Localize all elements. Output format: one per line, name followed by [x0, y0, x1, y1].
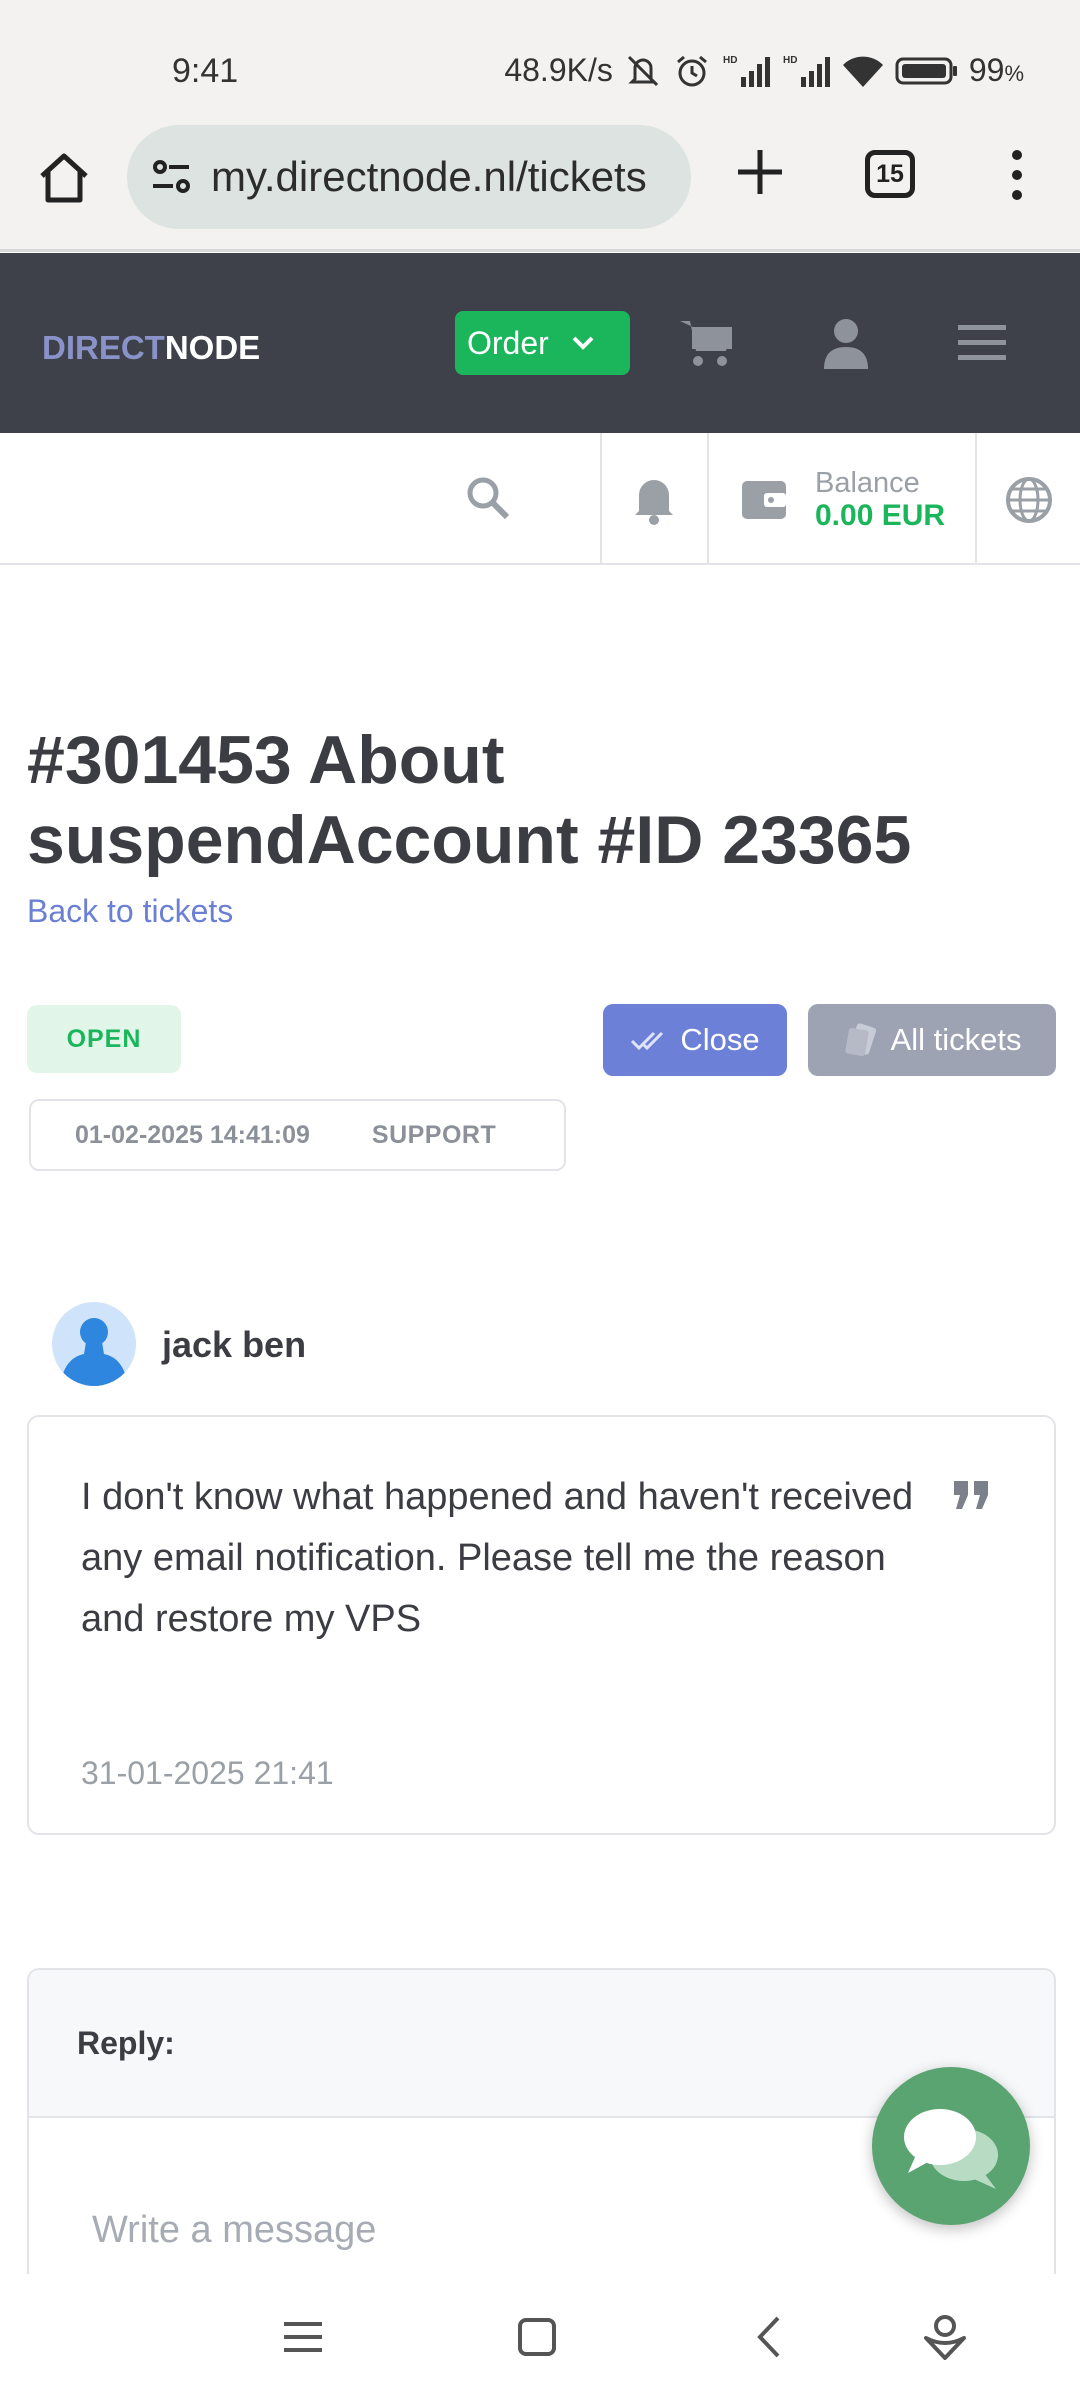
url-text: my.directnode.nl/tickets [211, 153, 647, 200]
status-icons: 48.9K/s HD HD 99% [504, 52, 1024, 89]
wallet-icon[interactable] [740, 477, 788, 523]
quote-icon [954, 1481, 988, 1509]
battery-icon [895, 57, 957, 84]
cart-icon[interactable] [676, 313, 736, 373]
svg-text:HD: HD [783, 55, 797, 66]
recents-menu-icon[interactable] [278, 2312, 328, 2362]
divider [600, 433, 602, 565]
order-button[interactable]: Order [455, 311, 630, 375]
all-tickets-button[interactable]: All tickets [808, 1004, 1056, 1076]
battery-level: 99% [968, 52, 1024, 88]
all-tickets-label: All tickets [890, 1022, 1022, 1057]
address-bar[interactable]: my.directnode.nl/tickets [127, 125, 691, 229]
tabs-icon[interactable]: 15 [865, 150, 915, 198]
balance-value[interactable]: 0.00 EUR [815, 499, 945, 533]
reply-message-input[interactable] [92, 2200, 852, 2260]
hamburger-menu-icon[interactable] [952, 313, 1012, 373]
system-navigation-bar [0, 2274, 1080, 2400]
message-timestamp: 31-01-2025 21:41 [81, 1755, 334, 1791]
svg-text:HD: HD [723, 55, 737, 66]
directnode-logo[interactable]: DIRECTNODE [42, 329, 260, 367]
balance-label: Balance [815, 467, 920, 499]
ticket-date: 01-02-2025 14:41:09 [75, 1120, 310, 1149]
mute-icon [627, 55, 658, 86]
status-badge: OPEN [27, 1005, 181, 1073]
plus-icon[interactable] [732, 144, 788, 200]
message-card: I don't know what happened and haven't r… [27, 1415, 1056, 1835]
divider [707, 433, 709, 565]
double-check-icon [631, 1031, 664, 1051]
status-bar: 9:41 48.9K/s HD HD 99% [0, 0, 1080, 120]
account-toolbar: Balance 0.00 EUR [0, 433, 1080, 565]
live-chat-button[interactable] [872, 2067, 1030, 2225]
status-time: 9:41 [172, 52, 239, 90]
order-label: Order [467, 324, 549, 361]
tab-count: 15 [876, 159, 904, 188]
home-icon[interactable] [34, 148, 94, 208]
ticket-meta: 01-02-2025 14:41:09 SUPPORT [29, 1099, 566, 1171]
hd-signal-icon: HD [783, 55, 830, 87]
bell-icon[interactable] [631, 473, 677, 525]
user-silhouette-icon [60, 1318, 128, 1386]
site-settings-icon[interactable] [147, 152, 197, 202]
avatar [52, 1302, 136, 1386]
user-icon[interactable] [816, 313, 876, 373]
browser-toolbar: my.directnode.nl/tickets 15 [0, 120, 1080, 252]
ticket-department: SUPPORT [371, 1120, 497, 1149]
ticket-title: #301453 About suspendAccount #ID 23365 [27, 722, 912, 878]
back-to-tickets-link[interactable]: Back to tickets [27, 893, 233, 930]
home-square-icon[interactable] [512, 2312, 562, 2362]
message-text: I don't know what happened and haven't r… [81, 1476, 914, 1640]
chevron-down-icon [572, 336, 594, 350]
chat-bubbles-icon [904, 2109, 998, 2189]
message-author: jack ben [162, 1324, 307, 1365]
wifi-icon [842, 56, 883, 87]
reply-label: Reply: [77, 2025, 175, 2061]
site-header: DIRECTNODE Order [0, 253, 1080, 433]
alarm-icon [676, 55, 707, 86]
globe-icon[interactable] [1004, 475, 1054, 525]
tickets-icon [844, 1023, 876, 1057]
assistant-icon[interactable] [920, 2312, 970, 2362]
hd-signal-icon: HD [723, 55, 770, 87]
back-chevron-icon[interactable] [746, 2312, 796, 2362]
close-label: Close [680, 1022, 760, 1057]
search-icon[interactable] [463, 473, 513, 523]
more-vertical-icon[interactable] [1000, 145, 1034, 205]
close-ticket-button[interactable]: Close [603, 1004, 787, 1076]
divider [975, 433, 977, 565]
network-speed: 48.9K/s [504, 52, 613, 88]
